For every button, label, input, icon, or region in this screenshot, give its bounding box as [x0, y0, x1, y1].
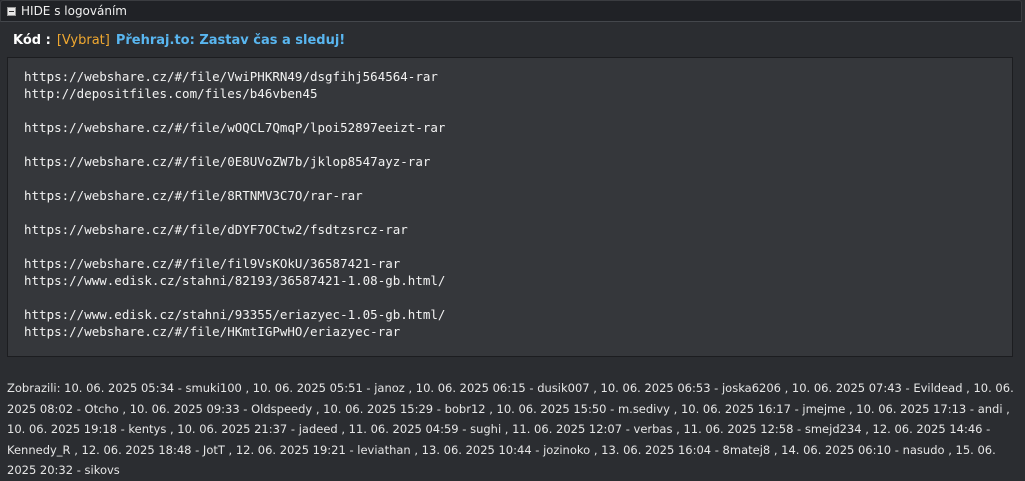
code-label-row: Kód : [Vybrat] Přehraj.to: Zastav čas a … [13, 31, 345, 49]
code-line: https://webshare.cz/#/file/8RTNMV3C7O/ra… [24, 188, 363, 203]
code-block[interactable]: https://webshare.cz/#/file/VwiPHKRN49/ds… [7, 57, 1013, 357]
code-line: https://webshare.cz/#/file/HKmtIGPwHO/er… [24, 324, 401, 339]
hide-header[interactable]: HIDE s logováním [0, 0, 1022, 22]
code-line: https://webshare.cz/#/file/0E8UVoZW7b/jk… [24, 154, 431, 169]
code-line: https://webshare.cz/#/file/fil9VsKOkU/36… [24, 256, 401, 271]
code-line: http://depositfiles.com/files/b46vben45 [24, 86, 318, 101]
code-line: https://webshare.cz/#/file/dDYF7OCtw2/fs… [24, 222, 408, 237]
code-line: https://www.edisk.cz/stahni/93355/eriazy… [24, 307, 446, 322]
code-line: https://webshare.cz/#/file/VwiPHKRN49/ds… [24, 69, 438, 84]
hide-title: HIDE s logováním [21, 4, 127, 18]
code-line: https://www.edisk.cz/stahni/82193/365874… [24, 273, 446, 288]
select-code-link[interactable]: [Vybrat] [57, 33, 110, 48]
collapse-toggle-icon[interactable] [7, 6, 16, 16]
promo-link[interactable]: Přehraj.to: Zastav čas a sleduj! [116, 33, 345, 48]
viewers-list: Zobrazili: 10. 06. 2025 05:34 - smuki100… [7, 381, 1014, 477]
hide-box: HIDE s logováním Kód : [Vybrat] Přehraj.… [0, 0, 1025, 477]
code-line: https://webshare.cz/#/file/wOQCL7QmqP/lp… [24, 120, 446, 135]
code-label: Kód : [13, 32, 51, 48]
